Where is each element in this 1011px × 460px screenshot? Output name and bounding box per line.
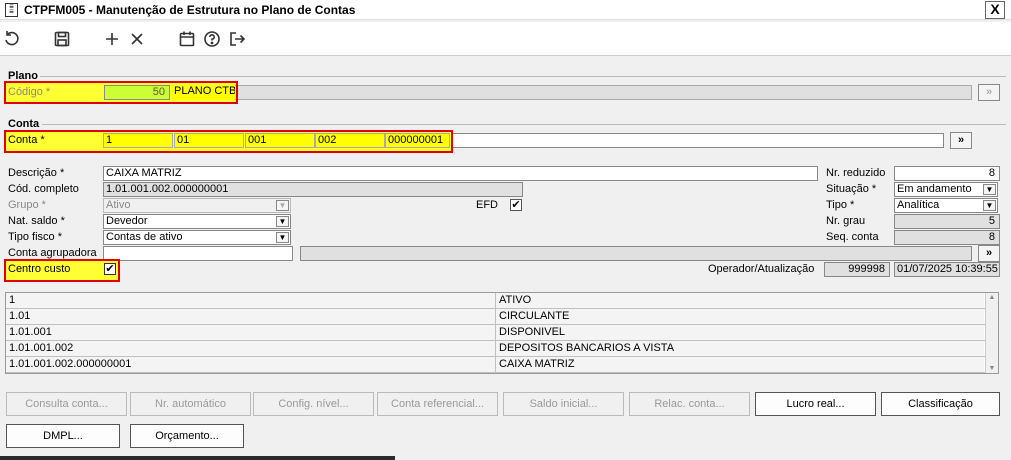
account-tree-grid[interactable]: 1 ATIVO 1.01 CIRCULANTE 1.01.001 DISPONI… xyxy=(5,292,999,374)
chevron-down-icon: ▼ xyxy=(276,232,289,243)
orcamento-button[interactable]: Orçamento... xyxy=(130,424,244,448)
atualizacao-field: 01/07/2025 10:39:55 xyxy=(894,262,1000,277)
undo-icon[interactable] xyxy=(2,29,22,49)
relac-conta-button[interactable]: Relac. conta... xyxy=(629,392,750,416)
seq-conta-field: 8 xyxy=(894,230,1000,245)
config-nivel-button[interactable]: Config. nível... xyxy=(253,392,374,416)
situacao-label: Situação * xyxy=(826,183,877,195)
chevron-down-icon: ▼ xyxy=(983,184,996,195)
seq-conta-label: Seq. conta xyxy=(826,231,879,243)
help-icon[interactable] xyxy=(202,29,222,49)
classificacao-button[interactable]: Classificação xyxy=(881,392,1000,416)
descricao-label: Descrição * xyxy=(8,167,65,179)
delete-icon[interactable] xyxy=(127,29,147,49)
plano-name-field xyxy=(172,85,972,100)
close-button[interactable]: X xyxy=(985,1,1005,19)
tipo-label: Tipo * xyxy=(826,199,855,211)
conta-agrup-desc xyxy=(300,246,972,261)
efd-label: EFD xyxy=(476,199,498,211)
table-row[interactable]: 1 ATIVO xyxy=(6,293,998,309)
consulta-conta-button[interactable]: Consulta conta... xyxy=(6,392,127,416)
table-row[interactable]: 1.01 CIRCULANTE xyxy=(6,309,998,325)
situacao-value: Em andamento xyxy=(897,183,972,195)
operador-label: Operador/Atualização xyxy=(708,263,815,275)
conta-group-line xyxy=(42,124,1006,125)
table-cell-code: 1.01 xyxy=(6,309,496,324)
add-icon[interactable] xyxy=(102,29,122,49)
descricao-input[interactable]: CAIXA MATRIZ xyxy=(103,166,818,181)
taskbar-strip xyxy=(0,456,395,460)
nr-reduzido-label: Nr. reduzido xyxy=(826,167,886,179)
title-bar: ≡ ≡ CTPFM005 - Manutenção de Estrutura no… xyxy=(0,0,1011,20)
conta-more-button[interactable]: » xyxy=(950,132,972,149)
chevron-down-icon: ▼ xyxy=(276,200,289,211)
table-row[interactable]: 1.01.001.002 DEPOSITOS BANCARIOS A VISTA xyxy=(6,341,998,357)
plano-more-button[interactable]: » xyxy=(978,84,1000,101)
conta-referencial-button[interactable]: Conta referencial... xyxy=(377,392,498,416)
nr-grau-field: 5 xyxy=(894,214,1000,229)
exit-icon[interactable] xyxy=(227,29,247,49)
table-cell-name: CAIXA MATRIZ xyxy=(496,357,984,372)
grid-scrollbar[interactable]: ▲ ▼ xyxy=(985,293,998,373)
cod-completo-label: Cód. completo xyxy=(8,183,79,195)
operador-field: 999998 xyxy=(824,262,890,277)
table-cell-code: 1 xyxy=(6,293,496,308)
app-icon: ≡ ≡ xyxy=(5,3,18,17)
dmpl-button[interactable]: DMPL... xyxy=(6,424,120,448)
table-cell-name: DISPONIVEL xyxy=(496,325,984,340)
nr-automatico-button[interactable]: Nr. automático xyxy=(130,392,251,416)
tipo-fisco-value: Contas de ativo xyxy=(106,231,183,243)
grupo-select[interactable]: Ativo ▼ xyxy=(103,198,291,213)
grupo-label: Grupo * xyxy=(8,199,46,211)
window-title: CTPFM005 - Manutenção de Estrutura no Pl… xyxy=(24,3,356,17)
scroll-up-icon[interactable]: ▲ xyxy=(986,293,998,302)
tipo-value: Analítica xyxy=(897,199,940,211)
table-cell-code: 1.01.001.002 xyxy=(6,341,496,356)
save-icon[interactable] xyxy=(52,29,72,49)
nr-grau-label: Nr. grau xyxy=(826,215,866,227)
nat-saldo-select[interactable]: Devedor ▼ xyxy=(103,214,291,229)
tipo-fisco-select[interactable]: Contas de ativo ▼ xyxy=(103,230,291,245)
conta-extra-field xyxy=(452,133,944,148)
table-cell-code: 1.01.001 xyxy=(6,325,496,340)
codigo-highlight-frame xyxy=(4,81,238,104)
situacao-select[interactable]: Em andamento ▼ xyxy=(894,182,998,197)
cod-completo-field: 1.01.001.002.000000001 xyxy=(103,182,523,197)
table-cell-code: 1.01.001.002.000000001 xyxy=(6,357,496,372)
centro-custo-highlight-frame xyxy=(4,259,120,282)
nat-saldo-label: Nat. saldo * xyxy=(8,215,65,227)
scroll-down-icon[interactable]: ▼ xyxy=(986,364,998,373)
table-cell-name: CIRCULANTE xyxy=(496,309,984,324)
nr-reduzido-input[interactable]: 8 xyxy=(894,166,1000,181)
plano-group-line xyxy=(40,76,1006,77)
chevron-down-icon: ▼ xyxy=(983,200,996,211)
table-cell-name: ATIVO xyxy=(496,293,984,308)
conta-agrup-input[interactable] xyxy=(103,246,293,261)
grupo-value: Ativo xyxy=(106,199,131,211)
efd-checkbox[interactable]: ✔ xyxy=(510,199,522,211)
saldo-inicial-button[interactable]: Saldo inicial... xyxy=(503,392,624,416)
nat-saldo-value: Devedor xyxy=(106,215,148,227)
table-row[interactable]: 1.01.001 DISPONIVEL xyxy=(6,325,998,341)
conta-agrup-more-button[interactable]: » xyxy=(978,245,1000,262)
conta-highlight-frame xyxy=(4,130,453,153)
tipo-fisco-label: Tipo fisco * xyxy=(8,231,63,243)
toolbar xyxy=(0,22,1011,56)
lucro-real-button[interactable]: Lucro real... xyxy=(755,392,876,416)
chevron-down-icon: ▼ xyxy=(276,216,289,227)
table-cell-name: DEPOSITOS BANCARIOS A VISTA xyxy=(496,341,984,356)
tipo-select[interactable]: Analítica ▼ xyxy=(894,198,998,213)
calendar-icon[interactable] xyxy=(177,29,197,49)
table-row[interactable]: 1.01.001.002.000000001 CAIXA MATRIZ xyxy=(6,357,998,373)
conta-group-title: Conta xyxy=(8,118,40,130)
